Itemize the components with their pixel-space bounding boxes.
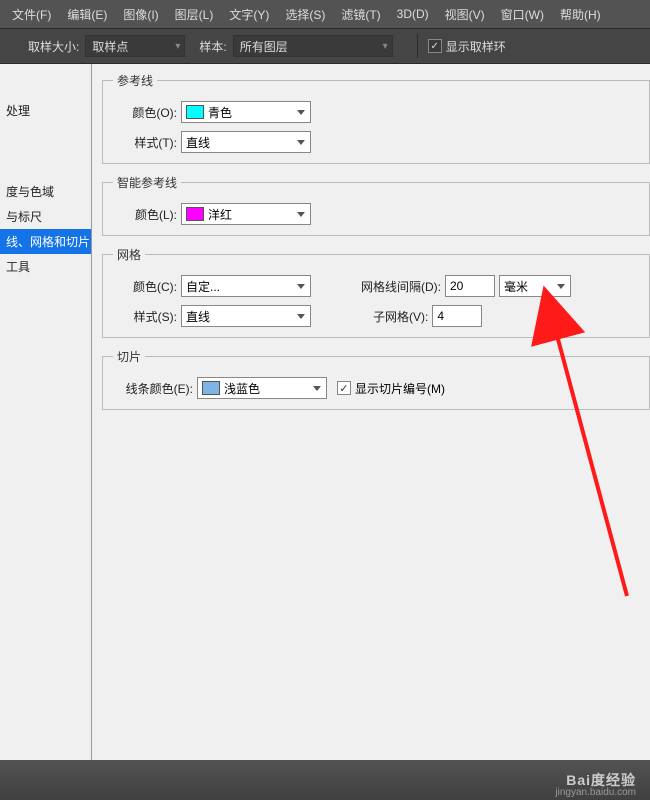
sidebar-item-handling[interactable]: 处理 [0, 98, 91, 123]
guides-color-label: 颜色(O): [113, 104, 177, 121]
grid-spacing-unit-select[interactable]: 毫米 [499, 275, 571, 297]
menu-bar: 文件(F) 编辑(E) 图像(I) 图层(L) 文字(Y) 选择(S) 滤镜(T… [0, 0, 650, 28]
show-slice-number-checkbox[interactable]: ✓ [337, 381, 351, 395]
guides-style-label: 样式(T): [113, 134, 177, 151]
guides-legend: 参考线 [113, 72, 157, 89]
slice-legend: 切片 [113, 348, 145, 365]
menu-help[interactable]: 帮助(H) [552, 6, 609, 23]
grid-color-label: 颜色(C): [113, 278, 177, 295]
slice-color-select[interactable]: 浅蓝色 [197, 377, 327, 399]
grid-style-select[interactable]: 直线 [181, 305, 311, 327]
menu-edit[interactable]: 编辑(E) [59, 6, 115, 23]
baidu-url: jingyan.baidu.com [555, 787, 636, 798]
cyan-swatch-icon [186, 105, 204, 119]
grid-legend: 网格 [113, 246, 145, 263]
menu-filter[interactable]: 滤镜(T) [333, 6, 388, 23]
magenta-swatch-icon [186, 207, 204, 221]
grid-color-select[interactable]: 自定... [181, 275, 311, 297]
guides-style-select[interactable]: 直线 [181, 131, 311, 153]
smart-guides-color-label: 颜色(L): [113, 206, 177, 223]
toolbar-divider [417, 34, 418, 58]
smart-guides-legend: 智能参考线 [113, 174, 181, 191]
grid-spacing-label: 网格线间隔(D): [361, 278, 441, 295]
slice-color-label: 线条颜色(E): [113, 380, 193, 397]
menu-window[interactable]: 窗口(W) [493, 6, 552, 23]
menu-image[interactable]: 图像(I) [115, 6, 166, 23]
workspace: 处理 度与色域 与标尺 线、网格和切片 工具 参考线 颜色(O): 青色 样式(… [0, 64, 650, 760]
preferences-sidebar: 处理 度与色域 与标尺 线、网格和切片 工具 [0, 64, 92, 760]
subgrid-label: 子网格(V): [373, 308, 428, 325]
show-ring-checkbox[interactable]: ✓ [428, 39, 442, 53]
subgrid-input[interactable]: 4 [432, 305, 482, 327]
sample-dropdown[interactable]: 所有图层 [233, 35, 393, 57]
menu-layer[interactable]: 图层(L) [167, 6, 222, 23]
smart-guides-group: 智能参考线 颜色(L): 洋红 [102, 174, 650, 236]
lightblue-swatch-icon [202, 381, 220, 395]
guides-group: 参考线 颜色(O): 青色 样式(T): 直线 [102, 72, 650, 164]
preferences-content: 参考线 颜色(O): 青色 样式(T): 直线 智能参考线 颜色(L): [92, 64, 650, 760]
smart-guides-color-select[interactable]: 洋红 [181, 203, 311, 225]
guides-color-select[interactable]: 青色 [181, 101, 311, 123]
sample-label: 样本: [199, 38, 226, 55]
grid-style-label: 样式(S): [113, 308, 177, 325]
sample-size-dropdown[interactable]: 取样点 [85, 35, 185, 57]
menu-select[interactable]: 选择(S) [277, 6, 333, 23]
slice-group: 切片 线条颜色(E): 浅蓝色 ✓ 显示切片编号(M) [102, 348, 650, 410]
grid-spacing-input[interactable]: 20 [445, 275, 495, 297]
menu-view[interactable]: 视图(V) [437, 6, 493, 23]
menu-type[interactable]: 文字(Y) [221, 6, 277, 23]
show-slice-number-label: 显示切片编号(M) [355, 380, 445, 397]
watermark-footer: Bai度经验 jingyan.baidu.com [0, 760, 650, 800]
sidebar-item-guides-grid-slices[interactable]: 线、网格和切片 [0, 229, 91, 254]
options-bar: 取样大小: 取样点 样本: 所有图层 ✓ 显示取样环 [0, 28, 650, 64]
sidebar-item-rulers[interactable]: 与标尺 [0, 204, 91, 229]
menu-3d[interactable]: 3D(D) [389, 7, 437, 21]
sidebar-item-tools[interactable]: 工具 [0, 254, 91, 279]
grid-group: 网格 颜色(C): 自定... 网格线间隔(D): 20 毫米 样式(S): 直… [102, 246, 650, 338]
show-ring-label: 显示取样环 [446, 38, 506, 55]
menu-file[interactable]: 文件(F) [4, 6, 59, 23]
sample-size-label: 取样大小: [28, 38, 79, 55]
sidebar-item-gamut[interactable]: 度与色域 [0, 179, 91, 204]
